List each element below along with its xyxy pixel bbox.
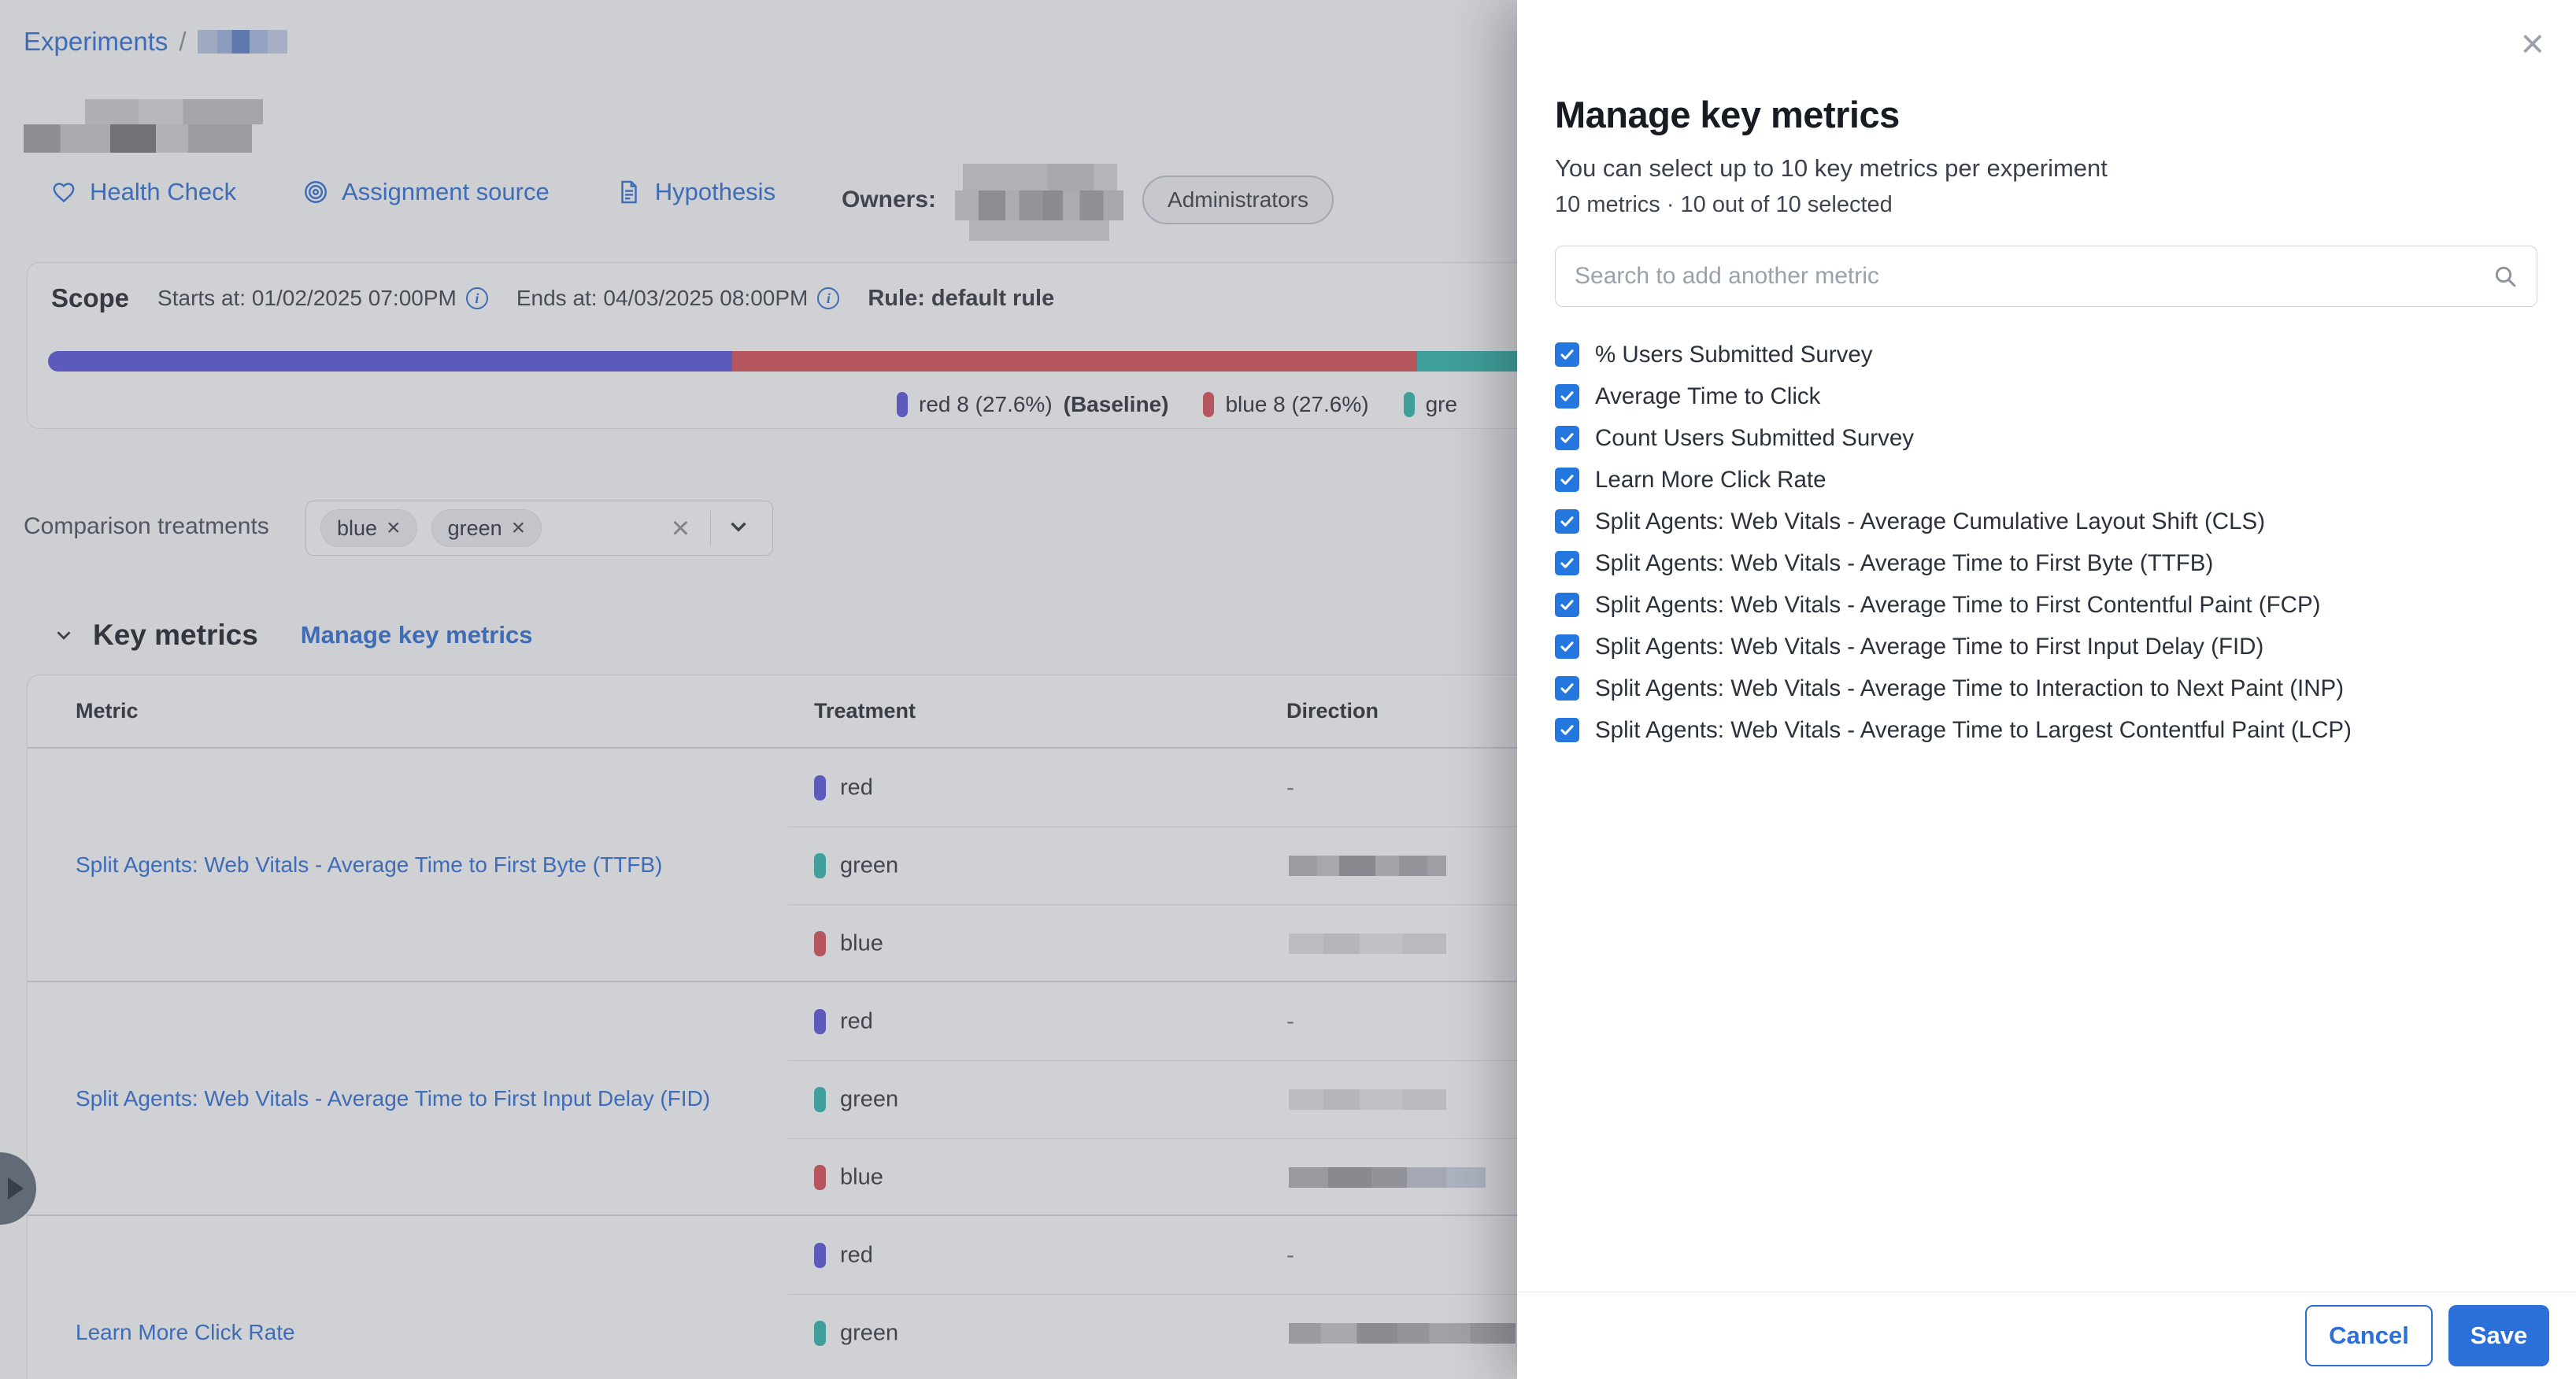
metric-option[interactable]: Split Agents: Web Vitals - Average Time …: [1555, 709, 2545, 751]
metric-option[interactable]: Split Agents: Web Vitals - Average Time …: [1555, 667, 2545, 709]
close-icon[interactable]: ×: [2521, 24, 2545, 65]
checkbox-checked-icon[interactable]: [1555, 509, 1579, 534]
metric-option[interactable]: Split Agents: Web Vitals - Average Time …: [1555, 542, 2545, 584]
checkbox-checked-icon[interactable]: [1555, 342, 1579, 367]
metrics-count-line: 10 metrics · 10 out of 10 selected: [1555, 192, 1893, 218]
metric-search-input[interactable]: [1575, 263, 2493, 290]
checkbox-checked-icon[interactable]: [1555, 676, 1579, 701]
checkbox-checked-icon[interactable]: [1555, 593, 1579, 617]
checkbox-checked-icon[interactable]: [1555, 718, 1579, 742]
checkbox-checked-icon[interactable]: [1555, 468, 1579, 492]
metric-option[interactable]: Count Users Submitted Survey: [1555, 417, 2545, 459]
metric-option[interactable]: Split Agents: Web Vitals - Average Time …: [1555, 584, 2545, 626]
metric-option[interactable]: Split Agents: Web Vitals - Average Cumul…: [1555, 501, 2545, 542]
metric-checkbox-list: % Users Submitted Survey Average Time to…: [1555, 334, 2545, 751]
metric-option[interactable]: Split Agents: Web Vitals - Average Time …: [1555, 626, 2545, 667]
checkbox-checked-icon[interactable]: [1555, 634, 1579, 659]
checkbox-checked-icon[interactable]: [1555, 426, 1579, 450]
checkbox-checked-icon[interactable]: [1555, 551, 1579, 575]
checkbox-checked-icon[interactable]: [1555, 384, 1579, 409]
app-screen: Experiments / Health Check Assignment so…: [0, 0, 2576, 1379]
manage-key-metrics-modal: × Manage key metrics You can select up t…: [1517, 0, 2576, 1379]
modal-title: Manage key metrics: [1555, 93, 1900, 136]
metric-option[interactable]: % Users Submitted Survey: [1555, 334, 2545, 375]
metric-option[interactable]: Learn More Click Rate: [1555, 459, 2545, 501]
modal-footer: Cancel Save: [1517, 1292, 2576, 1379]
metric-search-box: [1555, 246, 2537, 307]
cancel-button[interactable]: Cancel: [2305, 1305, 2433, 1366]
modal-subtitle: You can select up to 10 key metrics per …: [1555, 154, 2108, 183]
metric-option[interactable]: Average Time to Click: [1555, 375, 2545, 417]
save-button[interactable]: Save: [2448, 1305, 2549, 1366]
search-icon: [2493, 264, 2518, 289]
